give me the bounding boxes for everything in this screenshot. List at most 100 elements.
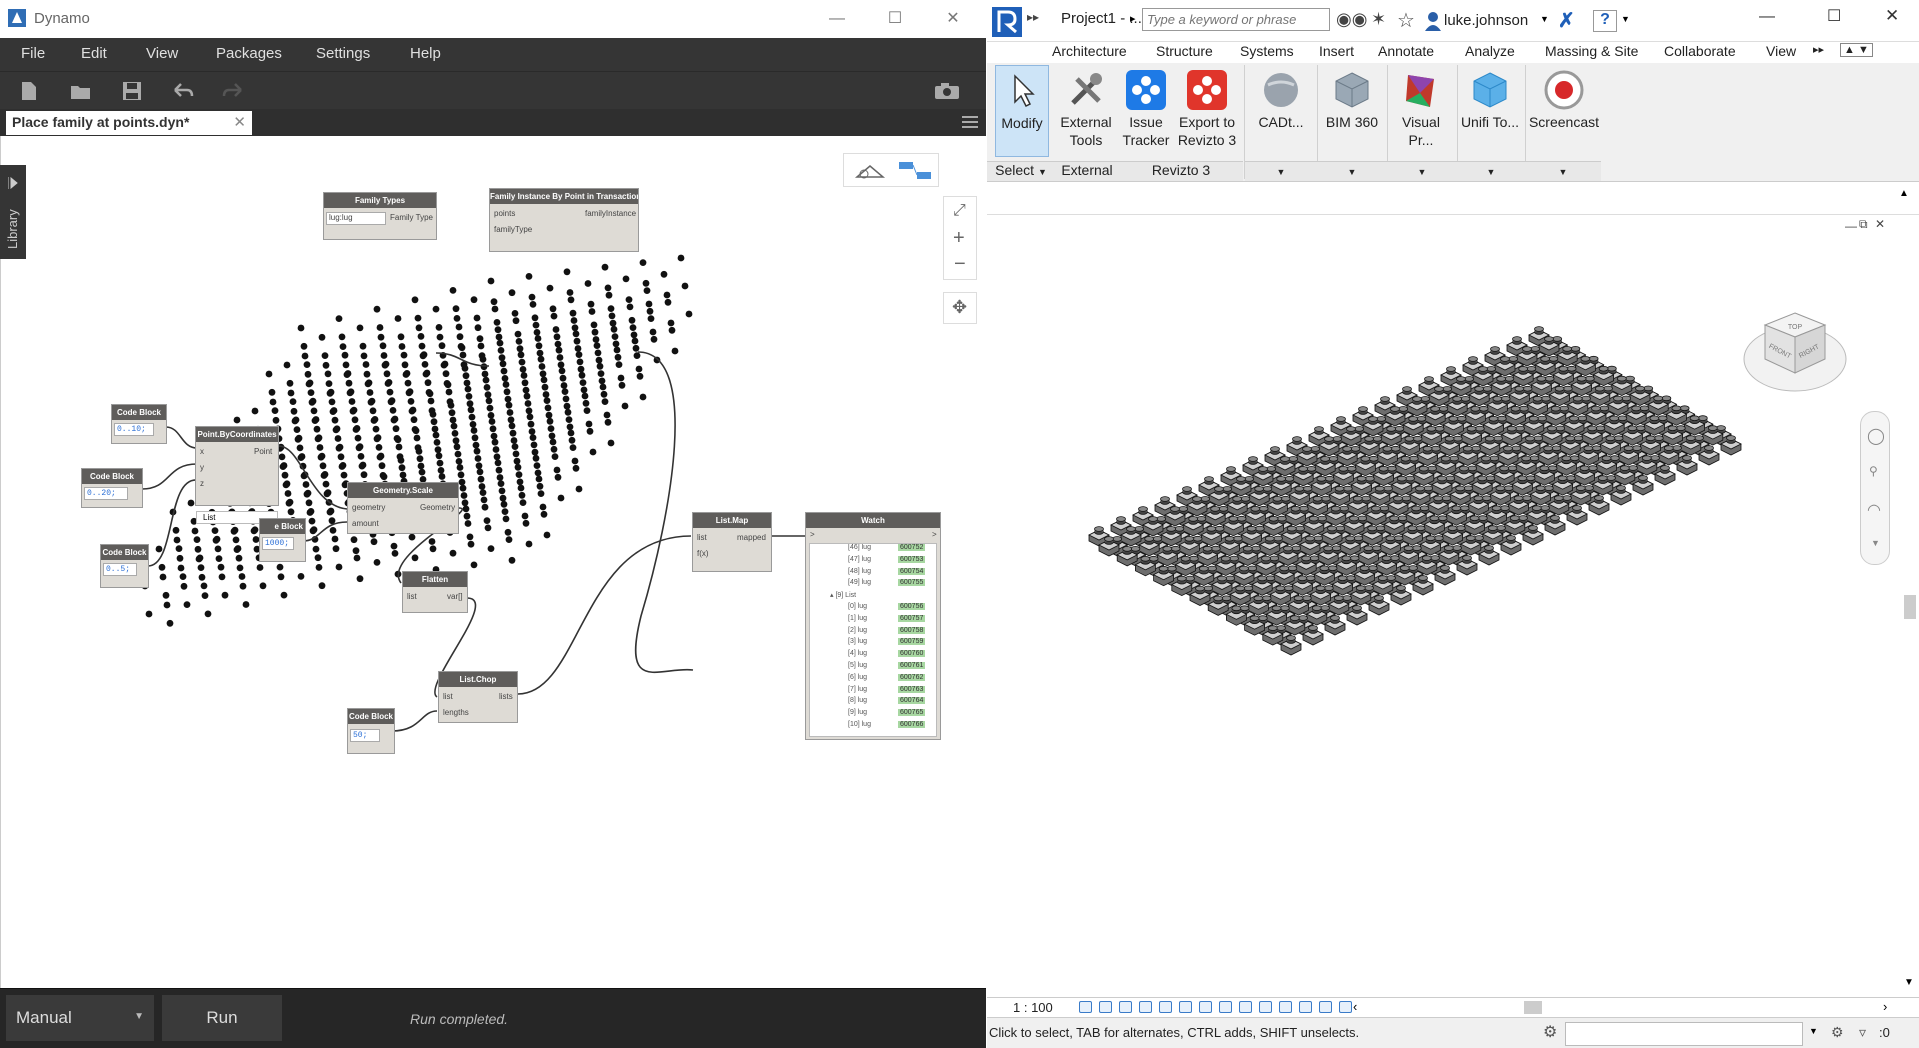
search-expand-icon[interactable]: ▸ bbox=[1130, 12, 1136, 25]
graph-view-icon[interactable] bbox=[898, 160, 932, 182]
port-mapped[interactable]: mapped bbox=[737, 533, 766, 542]
quick-access-overflow-icon[interactable]: ▸▸ bbox=[1027, 10, 1039, 24]
port-x[interactable]: x bbox=[200, 447, 204, 456]
file-tab[interactable]: Place family at points.dyn* ✕ bbox=[6, 111, 252, 135]
chevron-down-icon[interactable]: ▼ bbox=[1871, 538, 1880, 548]
unifi-tools-button[interactable]: Unifi To... bbox=[1459, 65, 1521, 157]
menu-help[interactable]: Help bbox=[410, 45, 441, 62]
shadows-icon[interactable] bbox=[1139, 1001, 1152, 1013]
node-family-instance[interactable]: Family Instance By Point in Transaction … bbox=[489, 188, 639, 252]
port-watch-in[interactable]: > bbox=[810, 530, 815, 539]
panel-expand[interactable]: ▼ bbox=[1457, 161, 1525, 181]
close-tab-icon[interactable]: ✕ bbox=[233, 113, 246, 131]
port-point[interactable]: Point bbox=[254, 447, 272, 456]
favorites-star-icon[interactable]: ☆ bbox=[1397, 8, 1415, 33]
node-point-by-coordinates[interactable]: Point.ByCoordinates x y z Point bbox=[195, 426, 279, 506]
chevron-up-icon[interactable]: ▲ bbox=[1899, 188, 1909, 199]
maximize-icon[interactable]: ☐ bbox=[878, 6, 912, 32]
tab-structure[interactable]: Structure bbox=[1156, 43, 1213, 59]
dynamo-canvas[interactable]: ⤢ + − ✥ Family Types lug:lug Family Type… bbox=[0, 136, 986, 988]
orbit-icon[interactable]: ◠ bbox=[1867, 500, 1881, 520]
node-geometry-scale[interactable]: Geometry.Scale geometry amount Geometry bbox=[347, 482, 459, 534]
code-editor[interactable]: 50; bbox=[350, 729, 380, 742]
panel-expand[interactable]: ▼ bbox=[1317, 161, 1387, 181]
satellite-icon[interactable]: ✶ bbox=[1371, 9, 1386, 30]
port-z[interactable]: z bbox=[200, 479, 204, 488]
chevron-down-icon[interactable]: ▼ bbox=[1621, 14, 1630, 24]
port-list[interactable]: list bbox=[443, 692, 453, 701]
minimize-icon[interactable]: — bbox=[1759, 8, 1775, 26]
fit-view-icon[interactable]: ⤢ bbox=[953, 202, 966, 220]
library-tab[interactable]: Library bbox=[0, 165, 26, 259]
tab-insert[interactable]: Insert bbox=[1319, 43, 1354, 59]
pan-icon[interactable]: ✥ bbox=[952, 297, 967, 318]
3d-view[interactable]: — ⧉ ✕ TOP FRONT RIGHT ◯ ⚲ ◠ ▼ bbox=[987, 215, 1899, 997]
sun-path-icon[interactable] bbox=[1119, 1001, 1132, 1013]
node-list-map[interactable]: List.Map list f(x) mapped bbox=[692, 512, 772, 572]
cadtools-button[interactable]: CADt... bbox=[1249, 65, 1313, 157]
menu-file[interactable]: File bbox=[21, 45, 45, 62]
chevron-down-icon[interactable]: ▼ bbox=[1809, 1026, 1818, 1036]
analysis-display-icon[interactable] bbox=[1299, 1001, 1312, 1013]
panel-expand[interactable]: ▼ bbox=[1525, 161, 1601, 181]
horizontal-scrollbar-thumb[interactable] bbox=[1524, 1001, 1542, 1014]
external-tools-button[interactable]: External Tools bbox=[1055, 65, 1117, 157]
panel-expand[interactable]: ▼ bbox=[1387, 161, 1457, 181]
menu-settings[interactable]: Settings bbox=[316, 45, 370, 62]
node-code-block-5[interactable]: Code Block 50; bbox=[347, 708, 395, 754]
close-icon[interactable]: ✕ bbox=[1885, 6, 1899, 26]
tab-architecture[interactable]: Architecture bbox=[1052, 43, 1127, 59]
scrollbar-thumb[interactable] bbox=[1904, 595, 1916, 619]
node-flatten[interactable]: Flatten list var[] bbox=[402, 571, 468, 613]
camera-icon[interactable] bbox=[934, 82, 960, 100]
save-icon[interactable] bbox=[122, 81, 142, 101]
tab-analyze[interactable]: Analyze bbox=[1465, 43, 1515, 59]
maximize-icon[interactable]: ☐ bbox=[1827, 6, 1841, 26]
node-code-block-1[interactable]: Code Block 0..10; bbox=[111, 404, 167, 444]
bim360-button[interactable]: BIM 360 bbox=[1321, 65, 1383, 157]
code-editor[interactable]: 0..10; bbox=[114, 423, 154, 436]
ribbon-minimize-icon[interactable]: ▲ ▼ bbox=[1840, 43, 1873, 57]
detail-level-icon[interactable] bbox=[1079, 1001, 1092, 1013]
worksharing-display-icon[interactable] bbox=[1279, 1001, 1292, 1013]
view-scale[interactable]: 1 : 100 bbox=[1013, 1000, 1053, 1015]
view-cube-top[interactable]: TOP bbox=[1788, 324, 1803, 331]
menu-packages[interactable]: Packages bbox=[216, 45, 282, 62]
revit-app-icon[interactable] bbox=[991, 6, 1029, 38]
panel-select[interactable]: Select ▼ bbox=[987, 161, 1055, 181]
temporary-hide-icon[interactable] bbox=[1239, 1001, 1252, 1013]
port-family-instance[interactable]: familyInstance bbox=[585, 209, 636, 218]
highlight-displacement-icon[interactable] bbox=[1319, 1001, 1332, 1013]
port-amount[interactable]: amount bbox=[352, 519, 379, 528]
node-code-block-3[interactable]: Code Block 0..5; bbox=[100, 544, 149, 588]
geometry-view-icon[interactable] bbox=[854, 162, 886, 180]
screencast-button[interactable]: Screencast bbox=[1527, 65, 1601, 157]
steering-wheel-icon[interactable]: ◯ bbox=[1867, 426, 1885, 446]
code-editor[interactable]: 0..5; bbox=[103, 563, 137, 576]
minimize-icon[interactable]: — bbox=[820, 6, 854, 32]
visual-style-icon[interactable] bbox=[1099, 1001, 1112, 1013]
node-code-block-4[interactable]: e Block 1000; bbox=[259, 518, 306, 562]
tab-menu-icon[interactable] bbox=[962, 115, 978, 129]
watch-output[interactable]: [46] lug 600752 [47] lug 600753 [48] lug 6007… bbox=[809, 543, 937, 737]
tab-annotate[interactable]: Annotate bbox=[1378, 43, 1434, 59]
view-cube[interactable]: TOP FRONT RIGHT bbox=[1739, 295, 1855, 419]
export-to-revizto-button[interactable]: Export to Revizto 3 bbox=[1175, 65, 1239, 157]
reveal-hidden-icon[interactable] bbox=[1259, 1001, 1272, 1013]
panel-expand[interactable]: ▼ bbox=[1245, 161, 1317, 181]
modify-button[interactable]: Modify bbox=[995, 65, 1049, 157]
port-fx[interactable]: f(x) bbox=[697, 549, 709, 558]
port-list[interactable]: list bbox=[697, 533, 707, 542]
filter-icon[interactable]: ▿ bbox=[1859, 1024, 1866, 1041]
zoom-icon[interactable]: ⚲ bbox=[1869, 464, 1878, 478]
crop-view-icon[interactable] bbox=[1179, 1001, 1192, 1013]
port-geometry-out[interactable]: Geometry bbox=[420, 503, 455, 512]
search-input[interactable] bbox=[1142, 8, 1330, 31]
select-links-icon[interactable]: ⚙ bbox=[1831, 1024, 1844, 1041]
family-type-dropdown[interactable]: lug:lug bbox=[326, 212, 386, 225]
menu-view[interactable]: View bbox=[146, 45, 178, 62]
port-points[interactable]: points bbox=[494, 209, 515, 218]
port-watch-out[interactable]: > bbox=[932, 530, 937, 539]
unlock-view-icon[interactable] bbox=[1219, 1001, 1232, 1013]
run-mode-dropdown[interactable]: Manual ▼ bbox=[6, 995, 154, 1041]
